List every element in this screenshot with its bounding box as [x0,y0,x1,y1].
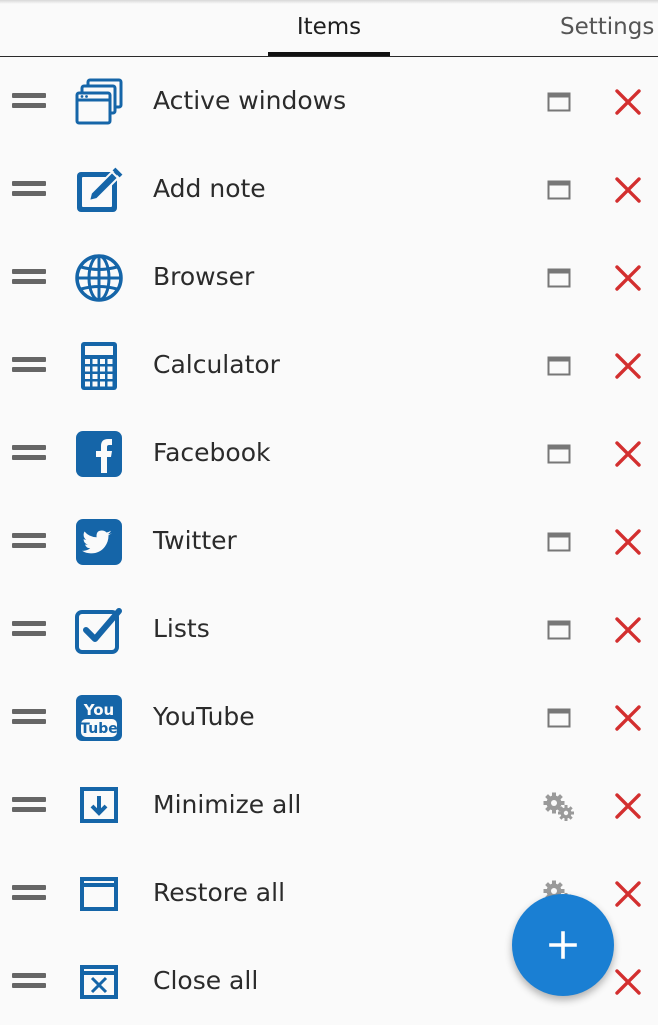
delete-icon[interactable] [614,176,642,204]
minimize-all-icon [74,781,124,831]
drag-handle-icon[interactable] [12,707,46,727]
drag-handle-icon[interactable] [12,355,46,375]
item-label: Twitter [153,526,237,555]
window-icon[interactable] [547,268,571,288]
drag-handle-icon[interactable] [12,91,46,111]
drag-handle-icon[interactable] [12,531,46,551]
delete-icon[interactable] [614,528,642,556]
item-label: Facebook [153,438,271,467]
list-item-twitter[interactable]: Twitter [0,497,658,585]
facebook-icon [74,429,124,479]
delete-icon[interactable] [614,968,642,996]
windows-icon [74,77,124,127]
list-item-minimize-all[interactable]: Minimize all [0,761,658,849]
window-icon[interactable] [547,532,571,552]
delete-icon[interactable] [614,792,642,820]
drag-handle-icon[interactable] [12,267,46,287]
item-label: Minimize all [153,790,302,819]
item-label: Lists [153,614,210,643]
list-item-calculator[interactable]: Calculator [0,321,658,409]
window-icon[interactable] [547,180,571,200]
window-icon[interactable] [547,356,571,376]
note-edit-icon [74,165,124,215]
drag-handle-icon[interactable] [12,179,46,199]
item-label: Browser [153,262,255,291]
add-item-button[interactable] [512,894,614,996]
tab-settings[interactable]: Settings [560,14,658,54]
delete-icon[interactable] [614,704,642,732]
drag-handle-icon[interactable] [12,971,46,991]
list-item-facebook[interactable]: Facebook [0,409,658,497]
checkbox-icon [74,605,124,655]
drag-handle-icon[interactable] [12,619,46,639]
youtube-icon: You Tube [74,693,124,743]
drag-handle-icon[interactable] [12,883,46,903]
delete-icon[interactable] [614,616,642,644]
delete-icon[interactable] [614,440,642,468]
twitter-icon [74,517,124,567]
list-item-add-note[interactable]: Add note [0,145,658,233]
item-label: Close all [153,966,259,995]
item-label: Add note [153,174,266,203]
calculator-icon [74,341,124,391]
tab-indicator [268,52,390,56]
item-label: Restore all [153,878,286,907]
list-item-lists[interactable]: Lists [0,585,658,673]
list-item-youtube[interactable]: You Tube YouTube [0,673,658,761]
plus-icon [549,931,577,959]
top-shadow [0,0,658,4]
svg-text:Tube: Tube [80,721,118,737]
drag-handle-icon[interactable] [12,443,46,463]
list-item-active-windows[interactable]: Active windows [0,57,658,145]
drag-handle-icon[interactable] [12,795,46,815]
delete-icon[interactable] [614,352,642,380]
window-icon[interactable] [547,444,571,464]
window-icon[interactable] [547,92,571,112]
gear-icon[interactable] [543,792,575,822]
svg-text:You: You [83,701,114,719]
close-all-icon [74,957,124,1007]
item-label: YouTube [153,702,255,731]
globe-icon [74,253,124,303]
window-icon[interactable] [547,708,571,728]
item-label: Active windows [153,86,347,115]
window-icon[interactable] [547,620,571,640]
delete-icon[interactable] [614,264,642,292]
restore-all-icon [74,869,124,919]
tab-items[interactable]: Items [268,14,390,54]
list-item-browser[interactable]: Browser [0,233,658,321]
tab-bar: Items Settings [0,0,658,57]
delete-icon[interactable] [614,880,642,908]
item-label: Calculator [153,350,280,379]
delete-icon[interactable] [614,88,642,116]
